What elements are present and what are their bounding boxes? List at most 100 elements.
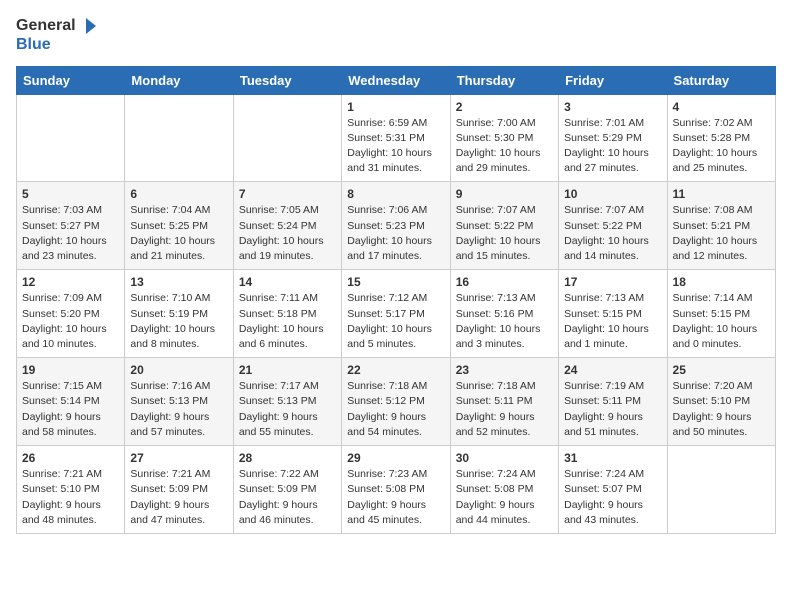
calendar-week-row: 19 Sunrise: 7:15 AM Sunset: 5:14 PM Dayli… xyxy=(17,358,776,446)
day-number: 11 xyxy=(673,187,770,201)
calendar-week-row: 1 Sunrise: 6:59 AM Sunset: 5:31 PM Daylig… xyxy=(17,94,776,182)
calendar-cell: 18 Sunrise: 7:14 AM Sunset: 5:15 PM Dayli… xyxy=(667,270,775,358)
calendar-cell: 19 Sunrise: 7:15 AM Sunset: 5:14 PM Dayli… xyxy=(17,358,125,446)
calendar-cell: 25 Sunrise: 7:20 AM Sunset: 5:10 PM Dayli… xyxy=(667,358,775,446)
day-info: Sunrise: 7:24 AM Sunset: 5:08 PM Dayligh… xyxy=(456,467,553,528)
day-info: Sunrise: 7:09 AM Sunset: 5:20 PM Dayligh… xyxy=(22,291,119,352)
page-header: General Blue xyxy=(16,16,776,54)
day-number: 19 xyxy=(22,363,119,377)
day-number: 5 xyxy=(22,187,119,201)
calendar-day-header: Thursday xyxy=(450,66,558,94)
day-info: Sunrise: 7:12 AM Sunset: 5:17 PM Dayligh… xyxy=(347,291,444,352)
day-info: Sunrise: 7:11 AM Sunset: 5:18 PM Dayligh… xyxy=(239,291,336,352)
day-number: 15 xyxy=(347,275,444,289)
day-number: 30 xyxy=(456,451,553,465)
day-number: 17 xyxy=(564,275,661,289)
calendar-cell: 29Sunrise: 7:23 AM Sunset: 5:08 PM Dayli… xyxy=(342,446,450,534)
calendar-cell: 20 Sunrise: 7:16 AM Sunset: 5:13 PM Dayli… xyxy=(125,358,233,446)
calendar-body: 1 Sunrise: 6:59 AM Sunset: 5:31 PM Daylig… xyxy=(17,94,776,533)
calendar-cell xyxy=(17,94,125,182)
day-number: 8 xyxy=(347,187,444,201)
calendar-week-row: 26 Sunrise: 7:21 AM Sunset: 5:10 PM Dayli… xyxy=(17,446,776,534)
calendar-table: SundayMondayTuesdayWednesdayThursdayFrid… xyxy=(16,66,776,534)
day-number: 7 xyxy=(239,187,336,201)
day-number: 6 xyxy=(130,187,227,201)
day-info: Sunrise: 7:13 AM Sunset: 5:15 PM Dayligh… xyxy=(564,291,661,352)
day-number: 16 xyxy=(456,275,553,289)
day-info: Sunrise: 7:21 AM Sunset: 5:09 PM Dayligh… xyxy=(130,467,227,528)
day-number: 29 xyxy=(347,451,444,465)
calendar-cell: 4Sunrise: 7:02 AM Sunset: 5:28 PM Daylig… xyxy=(667,94,775,182)
calendar-cell: 11 Sunrise: 7:08 AM Sunset: 5:21 PM Dayli… xyxy=(667,182,775,270)
logo-triangle-icon xyxy=(78,16,98,36)
calendar-cell: 17 Sunrise: 7:13 AM Sunset: 5:15 PM Dayli… xyxy=(559,270,667,358)
day-number: 27 xyxy=(130,451,227,465)
day-info: Sunrise: 7:17 AM Sunset: 5:13 PM Dayligh… xyxy=(239,379,336,440)
calendar-cell: 28Sunrise: 7:22 AM Sunset: 5:09 PM Dayli… xyxy=(233,446,341,534)
day-number: 1 xyxy=(347,100,444,114)
calendar-cell: 31 Sunrise: 7:24 AM Sunset: 5:07 PM Dayli… xyxy=(559,446,667,534)
day-info: Sunrise: 6:59 AM Sunset: 5:31 PM Dayligh… xyxy=(347,116,444,177)
day-number: 3 xyxy=(564,100,661,114)
day-number: 26 xyxy=(22,451,119,465)
logo-general: General xyxy=(16,17,76,35)
day-info: Sunrise: 7:01 AM Sunset: 5:29 PM Dayligh… xyxy=(564,116,661,177)
day-number: 18 xyxy=(673,275,770,289)
day-info: Sunrise: 7:02 AM Sunset: 5:28 PM Dayligh… xyxy=(673,116,770,177)
logo-blue: Blue xyxy=(16,36,51,54)
calendar-cell: 14 Sunrise: 7:11 AM Sunset: 5:18 PM Dayli… xyxy=(233,270,341,358)
day-info: Sunrise: 7:05 AM Sunset: 5:24 PM Dayligh… xyxy=(239,203,336,264)
day-number: 21 xyxy=(239,363,336,377)
calendar-cell: 1 Sunrise: 6:59 AM Sunset: 5:31 PM Daylig… xyxy=(342,94,450,182)
day-info: Sunrise: 7:20 AM Sunset: 5:10 PM Dayligh… xyxy=(673,379,770,440)
calendar-cell: 16 Sunrise: 7:13 AM Sunset: 5:16 PM Dayli… xyxy=(450,270,558,358)
day-info: Sunrise: 7:03 AM Sunset: 5:27 PM Dayligh… xyxy=(22,203,119,264)
calendar-week-row: 12Sunrise: 7:09 AM Sunset: 5:20 PM Dayli… xyxy=(17,270,776,358)
calendar-header-row: SundayMondayTuesdayWednesdayThursdayFrid… xyxy=(17,66,776,94)
calendar-day-header: Friday xyxy=(559,66,667,94)
day-info: Sunrise: 7:07 AM Sunset: 5:22 PM Dayligh… xyxy=(456,203,553,264)
day-number: 24 xyxy=(564,363,661,377)
day-number: 2 xyxy=(456,100,553,114)
calendar-cell: 3 Sunrise: 7:01 AM Sunset: 5:29 PM Daylig… xyxy=(559,94,667,182)
day-number: 10 xyxy=(564,187,661,201)
calendar-cell xyxy=(233,94,341,182)
calendar-cell xyxy=(667,446,775,534)
day-info: Sunrise: 7:15 AM Sunset: 5:14 PM Dayligh… xyxy=(22,379,119,440)
calendar-day-header: Tuesday xyxy=(233,66,341,94)
day-number: 14 xyxy=(239,275,336,289)
calendar-cell: 15 Sunrise: 7:12 AM Sunset: 5:17 PM Dayli… xyxy=(342,270,450,358)
calendar-cell: 26 Sunrise: 7:21 AM Sunset: 5:10 PM Dayli… xyxy=(17,446,125,534)
day-number: 25 xyxy=(673,363,770,377)
calendar-cell xyxy=(125,94,233,182)
day-info: Sunrise: 7:13 AM Sunset: 5:16 PM Dayligh… xyxy=(456,291,553,352)
calendar-day-header: Monday xyxy=(125,66,233,94)
calendar-cell: 10 Sunrise: 7:07 AM Sunset: 5:22 PM Dayli… xyxy=(559,182,667,270)
day-info: Sunrise: 7:16 AM Sunset: 5:13 PM Dayligh… xyxy=(130,379,227,440)
day-info: Sunrise: 7:14 AM Sunset: 5:15 PM Dayligh… xyxy=(673,291,770,352)
calendar-cell: 24 Sunrise: 7:19 AM Sunset: 5:11 PM Dayli… xyxy=(559,358,667,446)
calendar-cell: 5 Sunrise: 7:03 AM Sunset: 5:27 PM Daylig… xyxy=(17,182,125,270)
day-info: Sunrise: 7:00 AM Sunset: 5:30 PM Dayligh… xyxy=(456,116,553,177)
calendar-cell: 8 Sunrise: 7:06 AM Sunset: 5:23 PM Daylig… xyxy=(342,182,450,270)
calendar-cell: 12Sunrise: 7:09 AM Sunset: 5:20 PM Dayli… xyxy=(17,270,125,358)
calendar-cell: 2 Sunrise: 7:00 AM Sunset: 5:30 PM Daylig… xyxy=(450,94,558,182)
day-number: 28 xyxy=(239,451,336,465)
day-number: 20 xyxy=(130,363,227,377)
day-info: Sunrise: 7:19 AM Sunset: 5:11 PM Dayligh… xyxy=(564,379,661,440)
day-info: Sunrise: 7:21 AM Sunset: 5:10 PM Dayligh… xyxy=(22,467,119,528)
calendar-day-header: Sunday xyxy=(17,66,125,94)
day-info: Sunrise: 7:04 AM Sunset: 5:25 PM Dayligh… xyxy=(130,203,227,264)
calendar-cell: 22Sunrise: 7:18 AM Sunset: 5:12 PM Dayli… xyxy=(342,358,450,446)
day-info: Sunrise: 7:24 AM Sunset: 5:07 PM Dayligh… xyxy=(564,467,661,528)
day-number: 22 xyxy=(347,363,444,377)
day-number: 9 xyxy=(456,187,553,201)
day-number: 23 xyxy=(456,363,553,377)
day-info: Sunrise: 7:08 AM Sunset: 5:21 PM Dayligh… xyxy=(673,203,770,264)
day-info: Sunrise: 7:07 AM Sunset: 5:22 PM Dayligh… xyxy=(564,203,661,264)
day-number: 31 xyxy=(564,451,661,465)
day-info: Sunrise: 7:06 AM Sunset: 5:23 PM Dayligh… xyxy=(347,203,444,264)
calendar-cell: 13Sunrise: 7:10 AM Sunset: 5:19 PM Dayli… xyxy=(125,270,233,358)
calendar-cell: 27 Sunrise: 7:21 AM Sunset: 5:09 PM Dayli… xyxy=(125,446,233,534)
calendar-day-header: Wednesday xyxy=(342,66,450,94)
